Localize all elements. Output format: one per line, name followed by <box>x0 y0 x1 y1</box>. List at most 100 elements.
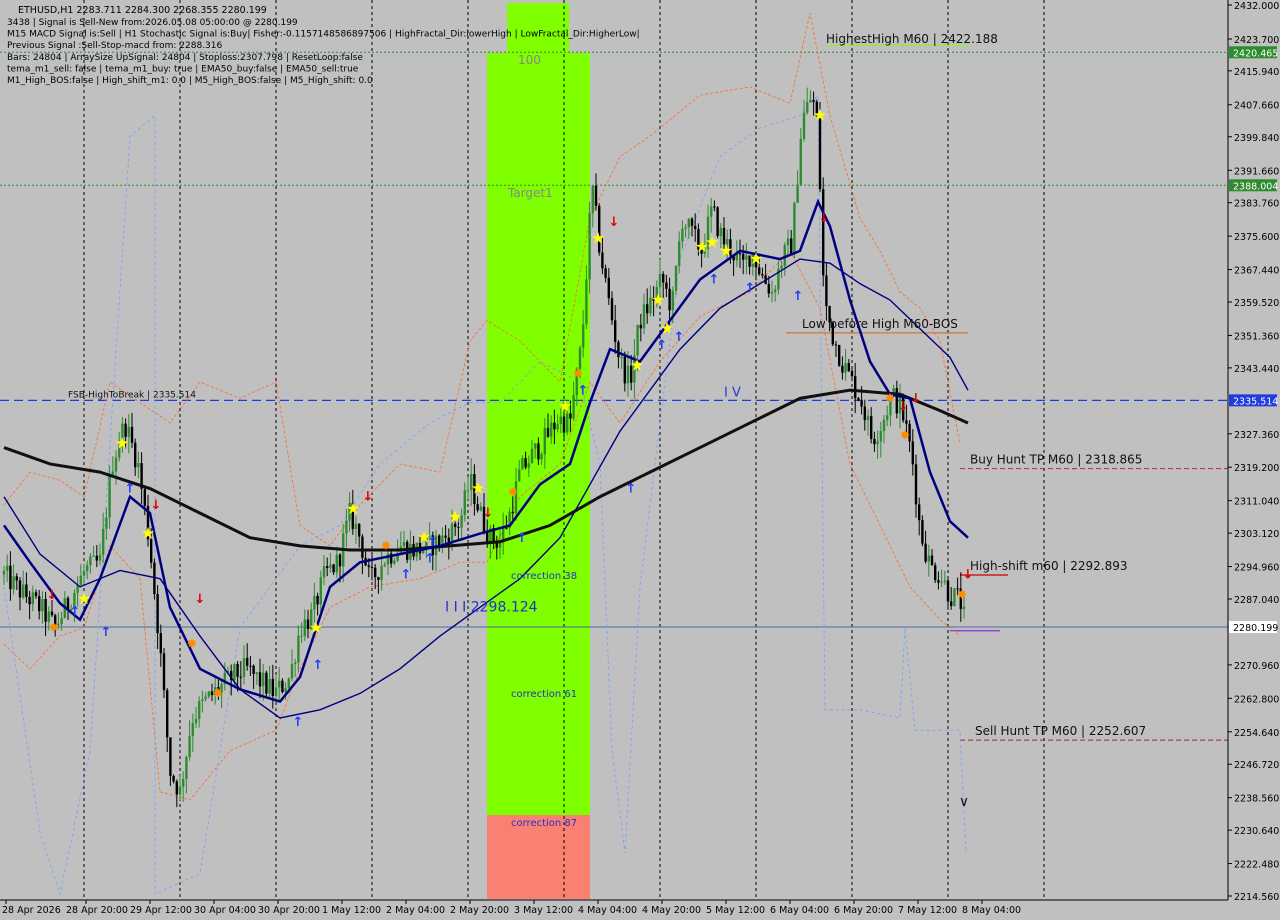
candle-body <box>233 663 236 681</box>
candle-body <box>802 112 806 139</box>
star-marker: ★ <box>813 106 827 125</box>
candle-body <box>278 680 281 688</box>
candle-body <box>617 341 620 358</box>
candle-body <box>236 663 239 677</box>
candle-body <box>284 688 287 693</box>
high-shift-label: High-shift m60 | 2292.893 <box>970 559 1128 573</box>
candle-body <box>774 289 777 292</box>
buy-hunt-label: Buy Hunt TP M60 | 2318.865 <box>970 453 1142 467</box>
candle-body <box>294 662 297 665</box>
candle-body <box>444 535 447 538</box>
star-marker: ★ <box>141 524 155 543</box>
y-tick-label: 2230.640 <box>1234 826 1279 837</box>
candle-body <box>527 463 530 468</box>
candle-body <box>239 676 242 678</box>
candle-body <box>374 567 377 578</box>
candle-body <box>911 441 914 465</box>
candle-body <box>674 266 678 291</box>
y-tick-label: 2367.440 <box>1234 266 1279 277</box>
x-tick-label: 30 Apr 04:00 <box>194 905 256 916</box>
candle-body <box>671 290 674 311</box>
candle-body <box>258 672 262 687</box>
cross-marker: ✸ <box>885 391 896 406</box>
candle-body <box>540 454 543 460</box>
buy-arrow-marker: ↑ <box>517 531 528 546</box>
candle-body <box>582 324 585 348</box>
buy-arrow-marker: ↑ <box>578 383 589 398</box>
star-marker: ★ <box>346 499 360 518</box>
cross-marker: ✸ <box>381 539 392 554</box>
price-chart: ★★★★★★★★★★★★★ ★ ★★★★↑↑↑↑↑↑↑↑ ↑↑↑↑↑↑↑↑↓↓↓↓↓↓… <box>0 0 1280 920</box>
candle-body <box>767 283 770 294</box>
candle-body <box>457 527 460 529</box>
candle-body <box>255 672 258 675</box>
y-tick-label: 2415.940 <box>1234 67 1279 78</box>
x-tick-label: 28 Apr 2026 <box>2 905 61 916</box>
candle-body <box>9 565 12 590</box>
sell-arrow-marker: ↓ <box>609 215 620 230</box>
info-line: M1_High_BOS:false | High_shift_m1: 0.0 |… <box>7 76 373 86</box>
candle-body <box>287 678 290 689</box>
candle-body <box>876 441 879 445</box>
sell-arrow-marker: ↓ <box>47 588 58 603</box>
y-tick-label: 2343.440 <box>1234 364 1279 375</box>
y-tick-label: 2432.000 <box>1234 1 1279 12</box>
candle-body <box>242 657 246 677</box>
candle-body <box>850 370 854 377</box>
y-tick-label: 2351.360 <box>1234 331 1279 342</box>
candle-body <box>6 565 9 571</box>
candle-body <box>825 275 828 307</box>
x-tick-label: 5 May 12:00 <box>706 905 765 916</box>
candle-body <box>914 464 918 505</box>
y-tick-label: 2399.840 <box>1234 133 1279 144</box>
fsb-label: FSB-HighToBreak | 2335.514 <box>68 390 196 400</box>
star-marker: ★ <box>630 356 644 375</box>
candle-body <box>838 344 841 366</box>
candle-body <box>335 554 338 573</box>
buy-arrow-marker: ↑ <box>125 482 136 497</box>
star-marker: ★ <box>448 507 462 526</box>
star-marker: ★ <box>471 479 485 498</box>
candle-body <box>806 102 809 113</box>
y-tick-label: 2214.560 <box>1234 892 1279 903</box>
buy-arrow-marker: ↑ <box>709 273 720 288</box>
cross-marker: ✸ <box>508 486 519 501</box>
candle-body <box>102 528 105 555</box>
candle-body <box>182 779 185 787</box>
y-tick-label: 2327.360 <box>1234 430 1279 441</box>
candle-body <box>15 576 18 581</box>
x-tick-label: 4 May 04:00 <box>578 905 637 916</box>
candle-body <box>361 536 364 558</box>
buy-arrow-marker: ↑ <box>428 535 439 550</box>
candle-body <box>927 555 930 562</box>
candle-body <box>770 291 774 294</box>
y-tick-label: 2254.640 <box>1234 728 1279 739</box>
sell-arrow-marker: ↓ <box>819 211 830 226</box>
candle-body <box>713 206 716 208</box>
candle-body <box>834 344 838 346</box>
info-line: 3438 | Signal is Sell-New from:2026.05.0… <box>7 18 298 28</box>
candle-body <box>681 228 684 242</box>
buy-arrow-marker: ↑ <box>425 551 436 566</box>
candle-body <box>354 523 358 530</box>
candle-body <box>60 618 63 624</box>
candle-body <box>262 672 265 687</box>
star-marker: ★ <box>558 397 572 416</box>
candle-body <box>953 588 956 606</box>
y-tick-label: 2391.660 <box>1234 166 1279 177</box>
buy-arrow-marker: ↑ <box>657 338 668 353</box>
star-marker: ★ <box>749 249 763 268</box>
candle-body <box>393 560 396 564</box>
price-tag-label: 2420.465 <box>1233 48 1278 59</box>
zone-100-label: 100 <box>518 53 541 67</box>
star-marker: ★ <box>115 433 129 452</box>
candle-body <box>886 415 889 420</box>
y-tick-label: 2222.480 <box>1234 860 1279 871</box>
sell-hunt-label: Sell Hunt TP M60 | 2252.607 <box>975 724 1146 738</box>
x-tick-label: 28 Apr 20:00 <box>66 905 128 916</box>
x-tick-label: 6 May 04:00 <box>770 905 829 916</box>
buy-arrow-marker: ↑ <box>401 568 412 583</box>
candle-body <box>402 541 406 547</box>
sell-arrow-marker: ↓ <box>898 400 909 415</box>
star-marker: ★ <box>719 241 733 260</box>
